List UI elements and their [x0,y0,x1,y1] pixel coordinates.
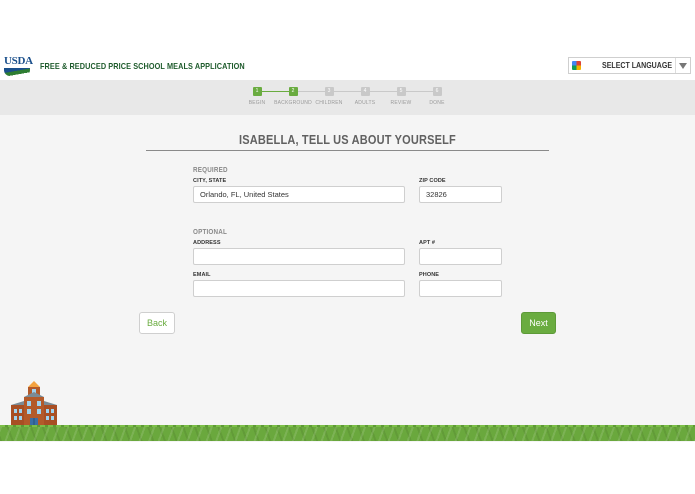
phone-label: PHONE [419,272,440,278]
step-number: 1 [252,87,262,96]
step-adults[interactable]: 4 ADULTS [345,87,385,106]
apt-label: APT # [419,240,436,246]
address-label: ADDRESS [193,240,221,246]
optional-section-title: OPTIONAL [193,229,227,236]
progress-steps: 1 BEGIN 2 BACKGROUND 3 CHILDREN 4 ADULTS… [240,87,460,111]
step-begin[interactable]: 1 BEGIN [237,87,277,106]
back-button[interactable]: Back [139,312,175,334]
step-number: 6 [432,87,442,96]
required-section-title: REQUIRED [193,167,228,174]
app-title: FREE & REDUCED PRICE SCHOOL MEALS APPLIC… [40,61,245,71]
dropdown-caret-icon [679,63,687,69]
page-title: ISABELLA, TELL US ABOUT YOURSELF [239,133,456,147]
step-done[interactable]: 6 DONE [417,87,457,106]
zip-code-input[interactable] [419,186,502,203]
city-state-input[interactable] [193,186,405,203]
language-select-divider [675,58,676,73]
step-number: 5 [396,87,406,96]
grass-ground [0,427,695,441]
title-divider [146,150,549,151]
step-background[interactable]: 2 BACKGROUND [273,87,313,106]
step-number: 4 [360,87,370,96]
step-label: DONE [429,100,445,106]
step-label: BEGIN [248,100,266,106]
usda-swoosh-icon [4,68,30,76]
address-input[interactable] [193,248,405,265]
main-content: ISABELLA, TELL US ABOUT YOURSELF REQUIRE… [0,115,695,442]
step-review[interactable]: 5 REVIEW [381,87,421,106]
email-label: EMAIL [193,272,211,278]
google-translate-icon [572,61,581,70]
phone-input[interactable] [419,280,502,297]
zip-code-label: ZIP CODE [419,178,446,184]
header: USDA FREE & REDUCED PRICE SCHOOL MEALS A… [0,52,695,80]
usda-logo[interactable]: USDA [4,55,33,76]
step-label: ADULTS [354,100,376,106]
page: USDA FREE & REDUCED PRICE SCHOOL MEALS A… [0,0,695,494]
step-number: 3 [324,87,334,96]
school-building-icon [11,381,57,427]
language-select-label: SELECT LANGUAGE [602,61,673,70]
step-label: CHILDREN [315,100,343,106]
city-state-label: CITY, STATE [193,178,227,184]
next-button[interactable]: Next [521,312,556,334]
apt-input[interactable] [419,248,502,265]
email-input[interactable] [193,280,405,297]
step-number: 2 [288,87,298,96]
step-label: REVIEW [390,100,412,106]
progress-band: 1 BEGIN 2 BACKGROUND 3 CHILDREN 4 ADULTS… [0,80,695,115]
usda-logo-text: USDA [4,55,33,67]
step-label: BACKGROUND [274,100,312,106]
step-children[interactable]: 3 CHILDREN [309,87,349,106]
language-select[interactable]: SELECT LANGUAGE [568,57,691,74]
